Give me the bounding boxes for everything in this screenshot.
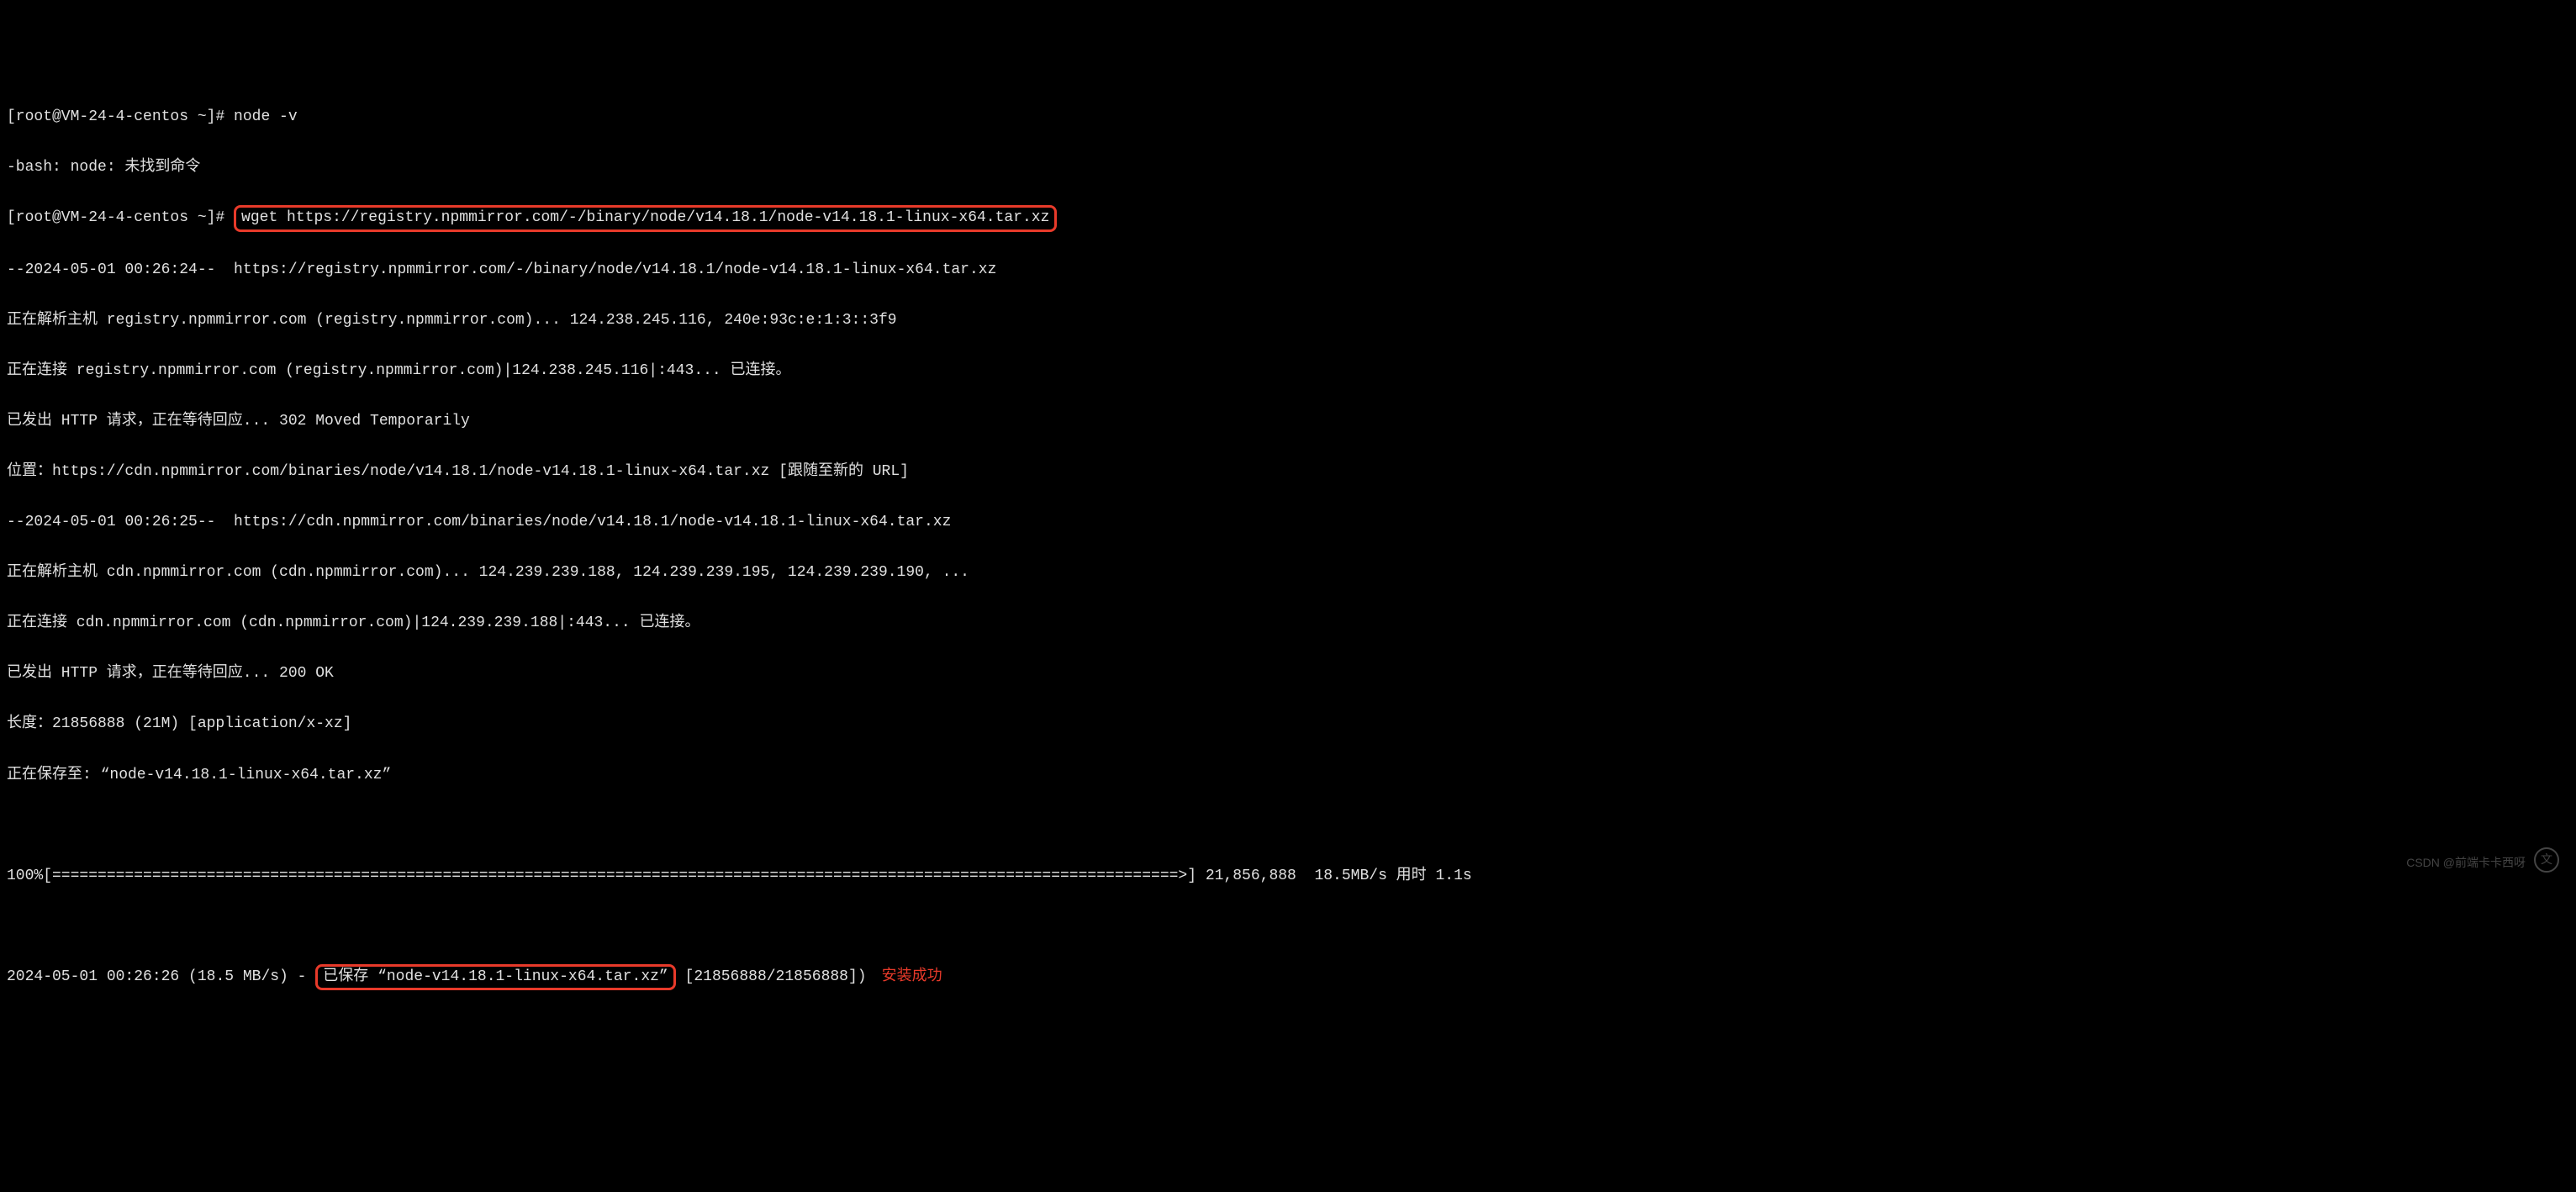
wget-output: 正在保存至: “node-v14.18.1-linux-x64.tar.xz” [7,762,2569,788]
success-annotation: 安装成功 [882,968,942,985]
progress-bar-line: 100%[===================================… [7,863,2569,889]
command-input[interactable]: node -v [234,108,298,125]
wget-output: 已发出 HTTP 请求，正在等待回应... 200 OK [7,661,2569,686]
terminal-line: [root@VM-24-4-centos ~]# wget https://re… [7,205,2569,231]
saved-file-highlight: 已保存 “node-v14.18.1-linux-x64.tar.xz” [315,964,675,990]
summary-prefix: 2024-05-01 00:26:26 (18.5 MB/s) - [7,968,315,985]
summary-suffix: [21856888/21856888]) [676,968,867,985]
wget-output: --2024-05-01 00:26:25-- https://cdn.npmm… [7,509,2569,535]
blank-line [7,813,2569,838]
wget-output: 已发出 HTTP 请求，正在等待回应... 302 Moved Temporar… [7,409,2569,434]
shell-prompt: [root@VM-24-4-centos ~]# [7,108,234,125]
final-summary-line: 2024-05-01 00:26:26 (18.5 MB/s) - 已保存 “n… [7,964,2569,990]
wget-output: 正在解析主机 registry.npmmirror.com (registry.… [7,308,2569,333]
wget-output: --2024-05-01 00:26:24-- https://registry… [7,257,2569,282]
wget-command-highlight[interactable]: wget https://registry.npmmirror.com/-/bi… [234,205,1057,231]
wget-output: 长度：21856888 (21M) [application/x-xz] [7,711,2569,736]
wget-output: 正在连接 registry.npmmirror.com (registry.np… [7,358,2569,383]
watermark-text: CSDN @前端卡卡西呀 [2406,853,2526,873]
blank-line [7,914,2569,939]
wget-output: 位置：https://cdn.npmmirror.com/binaries/no… [7,459,2569,484]
terminal-line: [root@VM-24-4-centos ~]# node -v [7,104,2569,129]
wget-output: 正在解析主机 cdn.npmmirror.com (cdn.npmmirror.… [7,560,2569,585]
shell-prompt: [root@VM-24-4-centos ~]# [7,209,234,226]
watermark-icon: 文 [2534,847,2559,873]
terminal-output: -bash: node: 未找到命令 [7,155,2569,180]
wget-output: 正在连接 cdn.npmmirror.com (cdn.npmmirror.co… [7,610,2569,636]
